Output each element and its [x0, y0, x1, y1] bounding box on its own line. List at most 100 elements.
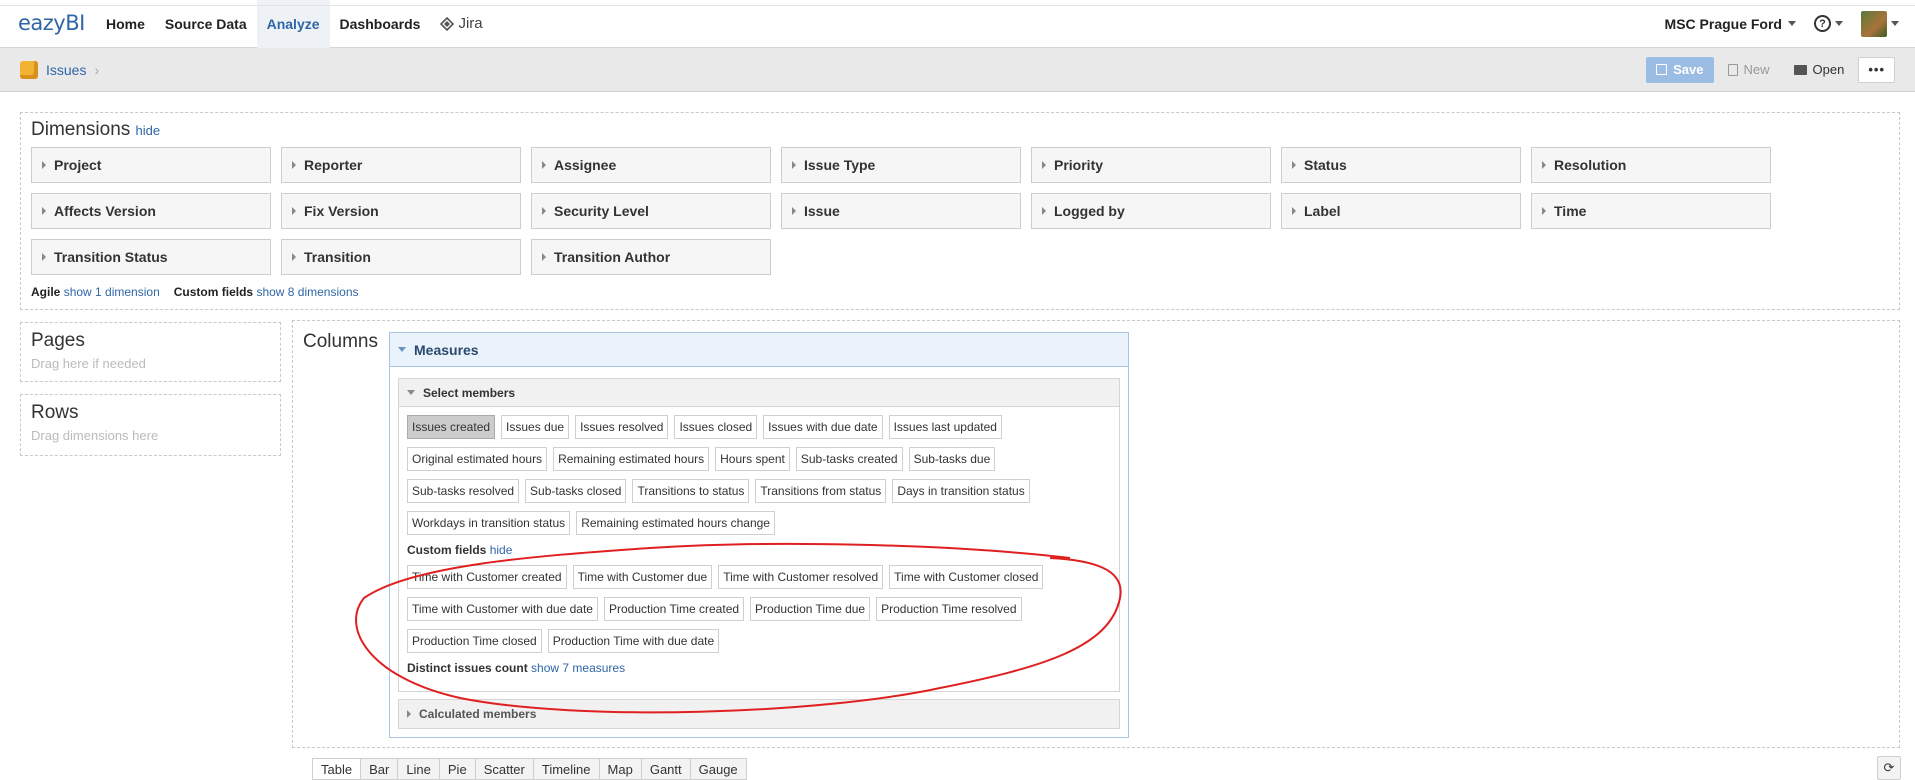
measure-hours-spent[interactable]: Hours spent — [715, 447, 790, 471]
tab-scatter[interactable]: Scatter — [475, 758, 534, 780]
dimensions-heading: Dimensions — [31, 119, 131, 140]
columns-dropzone[interactable]: Columns Measures Select members Issues c… — [292, 320, 1900, 748]
report-toolbar: Issues › Save New Open ••• — [0, 48, 1915, 92]
tab-pie[interactable]: Pie — [439, 758, 476, 780]
measure-original-estimated-hours[interactable]: Original estimated hours — [407, 447, 548, 471]
logo-text: eazyBI — [18, 10, 85, 35]
dimension-time[interactable]: Time — [1531, 193, 1771, 229]
pages-dropzone[interactable]: Pages Drag here if needed — [20, 322, 281, 382]
dimension-fix-version[interactable]: Fix Version — [281, 193, 521, 229]
cube-icon — [20, 60, 38, 79]
expand-icon — [1042, 207, 1046, 215]
dimension-issue-type[interactable]: Issue Type — [781, 147, 1021, 183]
dimension-transition[interactable]: Transition — [281, 239, 521, 275]
expand-icon — [292, 253, 296, 261]
rows-dropzone[interactable]: Rows Drag dimensions here — [20, 394, 281, 456]
user-menu[interactable] — [1861, 10, 1899, 37]
measure-remaining-estimated-hours-change[interactable]: Remaining estimated hours change — [576, 511, 775, 535]
distinct-issues-count: Distinct issues count show 7 measures — [399, 653, 1119, 675]
dimension-status[interactable]: Status — [1281, 147, 1521, 183]
dimension-logged-by[interactable]: Logged by — [1031, 193, 1271, 229]
new-button[interactable]: New — [1718, 57, 1780, 83]
expand-icon — [542, 207, 546, 215]
help-menu[interactable]: ? — [1814, 15, 1843, 32]
eazybi-logo[interactable]: eazyBI — [18, 7, 85, 41]
tab-table[interactable]: Table — [312, 758, 362, 780]
dimension-label: Resolution — [1554, 157, 1627, 173]
calculated-members-header[interactable]: Calculated members — [398, 699, 1120, 729]
save-button[interactable]: Save — [1646, 56, 1714, 83]
dimension-label[interactable]: Label — [1281, 193, 1521, 229]
measure-issues-resolved[interactable]: Issues resolved — [575, 415, 669, 439]
measure-remaining-estimated-hours[interactable]: Remaining estimated hours — [553, 447, 710, 471]
measure-issues-closed[interactable]: Issues closed — [674, 415, 758, 439]
tab-gauge[interactable]: Gauge — [690, 758, 747, 780]
top-edge-line — [0, 0, 1915, 6]
measure-issues-due[interactable]: Issues due — [501, 415, 570, 439]
group-show-link[interactable]: show 1 dimension — [64, 285, 160, 299]
measure-sub-tasks-resolved[interactable]: Sub-tasks resolved — [407, 479, 520, 503]
measure-sub-tasks-due[interactable]: Sub-tasks due — [908, 447, 996, 471]
measure-transitions-from-status[interactable]: Transitions from status — [755, 479, 887, 503]
more-button[interactable]: ••• — [1858, 56, 1895, 83]
nav-source-data[interactable]: Source Data — [155, 0, 257, 48]
tab-gantt[interactable]: Gantt — [641, 758, 691, 780]
measure-production-time-resolved[interactable]: Production Time resolved — [876, 597, 1022, 621]
distinct-heading: Distinct issues count — [407, 661, 528, 675]
dimension-resolution[interactable]: Resolution — [1531, 147, 1771, 183]
select-members-header[interactable]: Select members — [399, 379, 1119, 407]
expand-icon — [1292, 207, 1296, 215]
measure-production-time-created[interactable]: Production Time created — [603, 597, 745, 621]
measure-production-time-due[interactable]: Production Time due — [750, 597, 871, 621]
breadcrumb-separator: › — [94, 61, 100, 78]
measure-issues-created[interactable]: Issues created — [407, 415, 496, 439]
tab-timeline[interactable]: Timeline — [533, 758, 600, 780]
measure-workdays-in-transition-status[interactable]: Workdays in transition status — [407, 511, 571, 535]
dimension-project[interactable]: Project — [31, 147, 271, 183]
account-menu[interactable]: MSC Prague Ford — [1665, 16, 1796, 32]
dimension-assignee[interactable]: Assignee — [531, 147, 771, 183]
open-button[interactable]: Open — [1784, 57, 1855, 83]
refresh-button[interactable]: ⟳ — [1877, 756, 1901, 780]
measure-sub-tasks-closed[interactable]: Sub-tasks closed — [525, 479, 627, 503]
measure-production-time-closed[interactable]: Production Time closed — [407, 629, 542, 653]
measure-time-with-customer-closed[interactable]: Time with Customer closed — [889, 565, 1044, 589]
dimension-reporter[interactable]: Reporter — [281, 147, 521, 183]
measure-transitions-to-status[interactable]: Transitions to status — [632, 479, 750, 503]
account-name: MSC Prague Ford — [1664, 15, 1782, 32]
dimensions-hide-link[interactable]: hide — [136, 123, 161, 138]
dimension-priority[interactable]: Priority — [1031, 147, 1271, 183]
nav-dashboards[interactable]: Dashboards — [330, 0, 431, 48]
breadcrumb-cube[interactable]: Issues — [46, 62, 86, 78]
measure-time-with-customer-created[interactable]: Time with Customer created — [407, 565, 567, 589]
measure-time-with-customer-due[interactable]: Time with Customer due — [572, 565, 713, 589]
measure-issues-with-due-date[interactable]: Issues with due date — [763, 415, 883, 439]
tab-bar[interactable]: Bar — [361, 758, 399, 780]
measure-days-in-transition-status[interactable]: Days in transition status — [892, 479, 1030, 503]
expand-icon — [42, 253, 46, 261]
group-show-link[interactable]: show 8 dimensions — [256, 285, 358, 299]
dimension-issue[interactable]: Issue — [781, 193, 1021, 229]
dimension-label: Transition — [304, 249, 371, 265]
main-nav: Home Source Data Analyze Dashboards — [96, 0, 430, 48]
measures-header[interactable]: Measures — [390, 333, 1128, 367]
nav-home[interactable]: Home — [96, 0, 155, 48]
measure-time-with-customer-resolved[interactable]: Time with Customer resolved — [718, 565, 884, 589]
measure-sub-tasks-created[interactable]: Sub-tasks created — [795, 447, 903, 471]
dimension-affects-version[interactable]: Affects Version — [31, 193, 271, 229]
dimension-security-level[interactable]: Security Level — [531, 193, 771, 229]
measure-issues-last-updated[interactable]: Issues last updated — [888, 415, 1002, 439]
dimension-transition-author[interactable]: Transition Author — [531, 239, 771, 275]
measure-production-time-with-due-date[interactable]: Production Time with due date — [547, 629, 720, 653]
save-icon — [1656, 64, 1668, 75]
nav-jira[interactable]: Jira — [430, 0, 492, 48]
nav-analyze[interactable]: Analyze — [256, 0, 330, 48]
breadcrumb[interactable]: Issues › — [20, 60, 100, 79]
custom-fields-hide-link[interactable]: hide — [490, 543, 513, 557]
distinct-show-link[interactable]: show 7 measures — [531, 661, 625, 675]
measure-time-with-customer-with-due-date[interactable]: Time with Customer with due date — [407, 597, 598, 621]
tab-map[interactable]: Map — [599, 758, 642, 780]
dimension-transition-status[interactable]: Transition Status — [31, 239, 271, 275]
tab-line[interactable]: Line — [398, 758, 440, 780]
expand-icon — [292, 207, 296, 215]
